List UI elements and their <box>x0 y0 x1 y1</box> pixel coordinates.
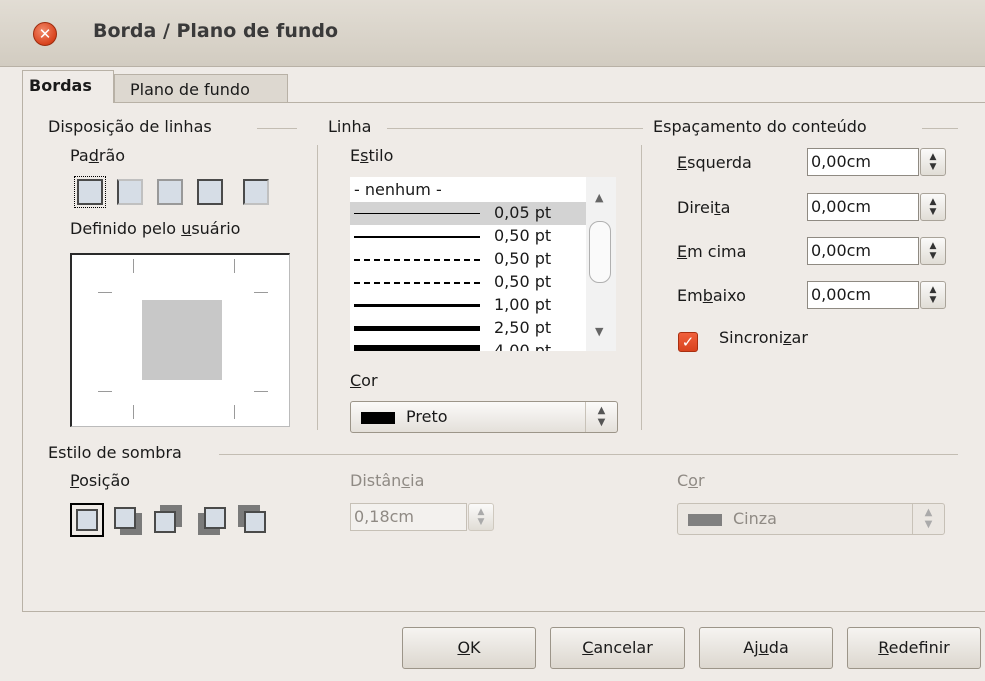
preview-tick <box>133 259 134 273</box>
group-divider <box>922 128 958 129</box>
preview-content-area <box>142 300 222 380</box>
shadow-bottom-right-icon[interactable] <box>112 505 142 535</box>
title-bar: ✕ Borda / Plano de fundo <box>0 0 985 67</box>
color-swatch <box>688 514 722 526</box>
chevron-updown-icon: ▲ ▼ <box>585 402 617 432</box>
preview-tick <box>254 391 268 392</box>
preview-tick <box>98 391 112 392</box>
scroll-thumb[interactable] <box>589 221 611 283</box>
close-icon[interactable]: ✕ <box>33 22 57 46</box>
line-arrangement-group-label: Disposição de linhas <box>48 117 212 136</box>
user-defined-label: Definido pelo usuário <box>70 219 241 238</box>
line-style-label: Estilo <box>350 146 394 165</box>
shadow-bottom-left-icon[interactable] <box>198 505 228 535</box>
reset-button[interactable]: Redefinir <box>847 627 981 669</box>
top-spacing-label: Em cima <box>677 242 747 261</box>
line-color-select[interactable]: Preto ▲ ▼ <box>350 401 618 433</box>
list-item[interactable]: 0,50 pt <box>350 225 586 248</box>
list-item[interactable]: 1,00 pt <box>350 294 586 317</box>
line-group-label: Linha <box>328 117 372 136</box>
shadow-top-right-icon[interactable] <box>152 505 182 535</box>
list-item[interactable]: 0,50 pt <box>350 248 586 271</box>
preset-outer-and-all[interactable] <box>197 179 223 205</box>
preview-tick <box>234 259 235 273</box>
bottom-spacing-stepper[interactable]: ▲ ▼ <box>920 281 946 309</box>
preset-outer-border[interactable] <box>117 179 143 205</box>
shadow-position-label: Posição <box>70 471 131 490</box>
group-divider <box>387 128 643 129</box>
shadow-group-label: Estilo de sombra <box>48 443 182 462</box>
line-style-scrollbar[interactable]: ▲ ▼ <box>586 177 616 351</box>
preview-tick <box>98 292 112 293</box>
list-item[interactable]: 0,05 pt <box>350 202 586 225</box>
shadow-distance-label: Distância <box>350 471 425 490</box>
help-button[interactable]: Ajuda <box>699 627 833 669</box>
tab-label: Bordas <box>29 76 92 95</box>
ok-button[interactable]: OK <box>402 627 536 669</box>
group-separator <box>641 145 642 430</box>
shadow-color-label: Cor <box>677 471 705 490</box>
shadow-distance-stepper[interactable]: ▲ ▼ <box>468 503 494 531</box>
cancel-button[interactable]: Cancelar <box>550 627 685 669</box>
shadow-top-left-icon[interactable] <box>238 505 268 535</box>
preview-tick <box>133 405 134 419</box>
right-spacing-field[interactable]: 0,00cm <box>807 193 919 221</box>
chevron-updown-icon: ▲ ▼ <box>912 504 944 534</box>
group-separator <box>317 145 318 430</box>
list-item[interactable]: - nenhum - <box>350 179 586 202</box>
dialog-title: Borda / Plano de fundo <box>93 20 339 42</box>
right-spacing-stepper[interactable]: ▲ ▼ <box>920 193 946 221</box>
line-color-label: Cor <box>350 371 378 390</box>
preset-left-and-top[interactable] <box>243 179 269 205</box>
scroll-down-icon[interactable]: ▼ <box>595 325 603 338</box>
group-divider <box>219 454 958 455</box>
list-item[interactable]: 4,00 pt <box>350 340 586 351</box>
preview-tick <box>234 405 235 419</box>
left-spacing-field[interactable]: 0,00cm <box>807 148 919 176</box>
right-spacing-label: Direita <box>677 198 731 217</box>
scroll-up-icon[interactable]: ▲ <box>595 191 603 204</box>
tab-bordas[interactable]: Bordas <box>22 70 114 103</box>
line-style-list[interactable]: - nenhum - 0,05 pt 0,50 pt 0,50 pt 0,50 … <box>350 177 616 351</box>
preset-outer-and-horizontal[interactable] <box>157 179 183 205</box>
tab-plano-de-fundo[interactable]: Plano de fundo <box>114 74 288 104</box>
group-divider <box>257 128 297 129</box>
default-label: Padrão <box>70 146 126 165</box>
tab-label: Plano de fundo <box>130 80 250 99</box>
spacing-group-label: Espaçamento do conteúdo <box>653 117 867 136</box>
shadow-distance-field[interactable]: 0,18cm <box>350 503 467 531</box>
shadow-none-icon[interactable] <box>70 503 104 537</box>
preview-tick <box>254 292 268 293</box>
list-item[interactable]: 2,50 pt <box>350 317 586 340</box>
shadow-color-select[interactable]: Cinza ▲ ▼ <box>677 503 945 535</box>
shadow-color-value: Cinza <box>733 509 777 528</box>
synchronize-checkbox[interactable]: ✓ <box>678 332 698 352</box>
left-spacing-label: Esquerda <box>677 153 752 172</box>
list-item[interactable]: 0,50 pt <box>350 271 586 294</box>
preset-no-borders[interactable] <box>74 176 106 208</box>
top-spacing-field[interactable]: 0,00cm <box>807 237 919 265</box>
top-spacing-stepper[interactable]: ▲ ▼ <box>920 237 946 265</box>
line-color-value: Preto <box>406 407 448 426</box>
bottom-spacing-label: Embaixo <box>677 286 746 305</box>
left-spacing-stepper[interactable]: ▲ ▼ <box>920 148 946 176</box>
border-preview[interactable] <box>70 253 290 427</box>
synchronize-label: Sincronizar <box>719 328 808 347</box>
color-swatch <box>361 412 395 424</box>
bottom-spacing-field[interactable]: 0,00cm <box>807 281 919 309</box>
